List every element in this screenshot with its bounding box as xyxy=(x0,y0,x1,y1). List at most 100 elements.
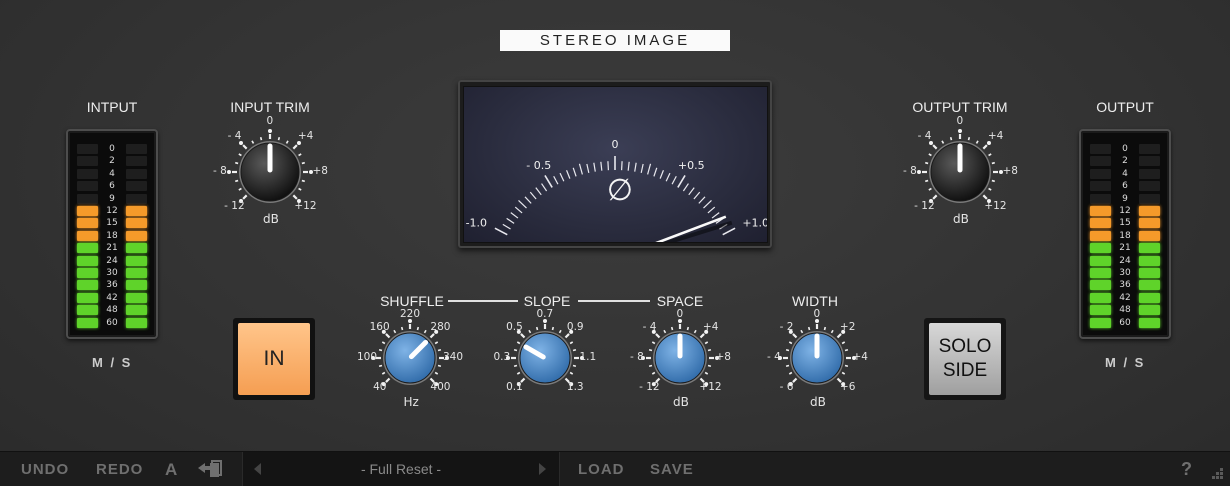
knob-dot xyxy=(268,129,272,133)
knob-tick xyxy=(299,154,302,156)
knob-tick xyxy=(517,373,520,375)
meter-scale-label: 24 xyxy=(100,255,124,267)
width-knob[interactable]: - 6- 4- 20+2+4+6dB xyxy=(734,275,900,441)
knob-tick xyxy=(514,366,517,367)
phase-meter-tick xyxy=(515,207,522,213)
knob-scale-label: +2 xyxy=(840,321,855,333)
meter-scale-label: 6 xyxy=(1113,180,1137,192)
knob-graphic xyxy=(870,82,1050,262)
meter-scale-label: 42 xyxy=(100,292,124,304)
phase-meter-tick xyxy=(511,213,518,218)
knob-tick xyxy=(379,350,382,351)
meter-row: 21 xyxy=(1081,242,1169,254)
meter-scale-label: 24 xyxy=(1113,255,1137,267)
meter-segment-left xyxy=(1090,293,1111,303)
preset-next-icon[interactable] xyxy=(539,463,546,475)
redo-button[interactable]: REDO xyxy=(96,461,143,478)
phase-meter-tick xyxy=(699,197,705,204)
solo-side-button[interactable]: SOLO SIDE xyxy=(924,318,1006,400)
meter-segment-left xyxy=(1090,243,1111,253)
undo-button[interactable]: UNDO xyxy=(21,461,69,478)
save-button[interactable]: SAVE xyxy=(650,461,694,478)
knob-tick xyxy=(989,189,992,191)
knob-scale-label: - 8 xyxy=(630,351,644,363)
knob-tick xyxy=(279,137,280,140)
meter-scale-label: 2 xyxy=(1113,155,1137,167)
copy-settings-icon[interactable] xyxy=(197,459,223,484)
meter-segment-left xyxy=(1090,268,1111,278)
phase-meter-tick xyxy=(579,164,582,175)
knob-tick xyxy=(708,350,711,351)
preset-selector[interactable]: - Full Reset - xyxy=(242,452,560,486)
knob-tick xyxy=(649,366,652,367)
knob-scale-label: - 4 xyxy=(228,130,242,142)
phase-meter-tick xyxy=(560,173,564,181)
phase-meter-tick xyxy=(507,218,514,223)
knob-tick xyxy=(386,379,390,383)
meter-row: 18 xyxy=(1081,230,1169,242)
knob-scale-label: +12 xyxy=(294,200,316,212)
phase-meter-tick xyxy=(519,200,527,208)
meter-segment-left xyxy=(1090,218,1111,228)
knob-tick xyxy=(649,350,652,351)
input-trim-knob[interactable]: - 12- 8- 40+4+8+12dB xyxy=(180,82,360,262)
knob-scale-label: +4 xyxy=(703,321,718,333)
meter-segment-left xyxy=(77,206,98,216)
knob-tick xyxy=(688,327,689,330)
knob-tick xyxy=(942,141,944,144)
knob-scale-label: - 12 xyxy=(639,381,660,393)
knob-tick xyxy=(379,366,382,367)
meter-segment-right xyxy=(126,280,147,290)
knob-scale-label: +12 xyxy=(984,200,1006,212)
knob-tick xyxy=(925,163,928,164)
resize-grip-icon[interactable] xyxy=(1210,466,1224,485)
in-button[interactable]: IN xyxy=(233,318,315,400)
help-button[interactable]: ? xyxy=(1181,459,1193,480)
knob-tick xyxy=(933,145,937,149)
knob-graphic xyxy=(734,275,900,441)
solo-side-button-face: SOLO SIDE xyxy=(929,323,1001,395)
meter-row: 12 xyxy=(68,205,156,217)
phase-meter-tick xyxy=(594,163,595,172)
knob-tick xyxy=(664,330,666,333)
phase-meter-tick xyxy=(723,228,735,235)
knob-scale-label: 0 xyxy=(677,308,684,320)
knob-scale-label: 160 xyxy=(370,321,390,333)
load-button[interactable]: LOAD xyxy=(578,461,625,478)
meter-row: 6 xyxy=(1081,180,1169,192)
phase-meter-tick xyxy=(567,170,570,178)
knob-scale-label: - 8 xyxy=(903,165,917,177)
meter-scale-label: 48 xyxy=(1113,304,1137,316)
knob-tick xyxy=(793,379,797,383)
knob-scale-label: 220 xyxy=(400,308,420,320)
knob-tick xyxy=(793,334,797,338)
knob-scale-label: - 12 xyxy=(914,200,935,212)
knob-tick xyxy=(239,154,242,156)
meter-segment-right xyxy=(1139,231,1160,241)
meter-scale-label: 2 xyxy=(100,155,124,167)
meter-row: 24 xyxy=(1081,255,1169,267)
meter-segment-left xyxy=(77,181,98,191)
ab-compare-button[interactable]: A xyxy=(165,460,178,480)
output-trim-knob[interactable]: - 12- 8- 40+4+8+12dB xyxy=(870,82,1050,262)
meter-scale-label: 48 xyxy=(100,304,124,316)
knob-tick xyxy=(573,366,576,367)
knob-tick xyxy=(382,342,385,344)
input-meter: 0246912151821243036424860 xyxy=(66,129,158,339)
meter-scale-label: 36 xyxy=(1113,279,1137,291)
meter-segment-right xyxy=(126,268,147,278)
knob-tick xyxy=(801,330,803,333)
knob-tick xyxy=(951,137,952,140)
meter-row: 60 xyxy=(1081,317,1169,329)
meter-segment-right xyxy=(1139,268,1160,278)
knob-scale-label: 0.7 xyxy=(537,308,554,320)
phase-meter-tick xyxy=(536,188,541,195)
meter-segment-left xyxy=(77,268,98,278)
knob-scale-label: - 4 xyxy=(918,130,932,142)
knob-tick xyxy=(438,350,441,351)
meter-segment-left xyxy=(1090,280,1111,290)
meter-segment-left xyxy=(1090,318,1111,328)
knob-scale-label: +12 xyxy=(699,381,721,393)
phase-meter-tick xyxy=(648,164,651,175)
meter-segment-right xyxy=(1139,280,1160,290)
